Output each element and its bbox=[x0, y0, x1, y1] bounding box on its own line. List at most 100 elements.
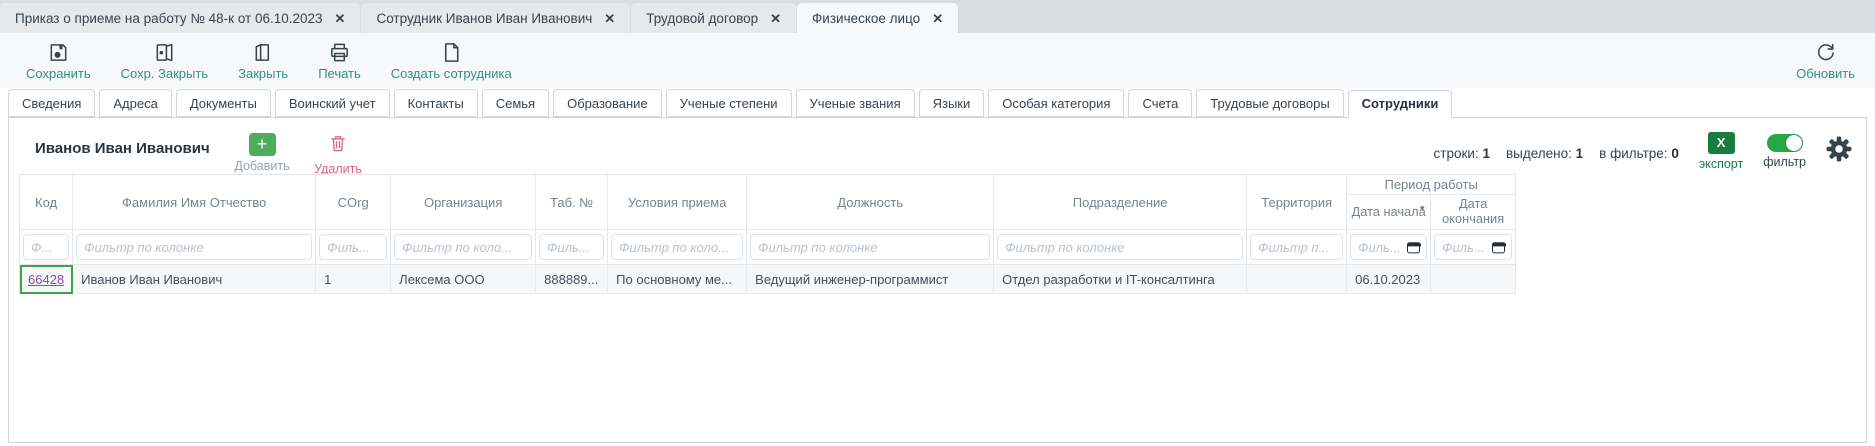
window-tab-trudovoy-dogovor[interactable]: Трудовой договор ✕ bbox=[631, 3, 796, 33]
code-link[interactable]: 66428 bbox=[28, 272, 64, 287]
add-row-button[interactable]: + Добавить bbox=[227, 133, 297, 173]
page-title: Иванов Иван Иванович bbox=[35, 140, 210, 157]
window-tab-label: Приказ о приеме на работу № 48-к от 06.1… bbox=[15, 11, 323, 26]
close-icon[interactable]: ✕ bbox=[932, 12, 943, 25]
grid-stats: строки: 1 выделено: 1 в фильтре: 0 bbox=[1434, 146, 1679, 161]
print-label: Печать bbox=[318, 66, 361, 81]
cell-territory[interactable] bbox=[1247, 265, 1347, 294]
cell-terms[interactable]: По основному ме... bbox=[608, 265, 747, 294]
toggle-knob[interactable] bbox=[1786, 135, 1802, 151]
sort-desc-icon[interactable]: ▼ bbox=[1418, 204, 1426, 213]
filter-input-corg[interactable] bbox=[319, 234, 387, 260]
save-close-button[interactable]: Сохр. Закрыть bbox=[121, 41, 209, 81]
export-excel-button[interactable]: X экспорт bbox=[1699, 132, 1743, 171]
excel-icon[interactable]: X bbox=[1708, 132, 1735, 154]
filter-input-position[interactable] bbox=[750, 234, 990, 260]
calendar-icon[interactable] bbox=[1492, 242, 1505, 253]
cell-tab-no[interactable]: 888889... bbox=[536, 265, 608, 294]
filter-label: фильтр bbox=[1763, 155, 1806, 169]
close-icon[interactable]: ✕ bbox=[335, 12, 346, 25]
window-tab-prikaz[interactable]: Приказ о приеме на работу № 48-к от 06.1… bbox=[0, 3, 360, 33]
save-button[interactable]: Сохранить bbox=[26, 41, 91, 81]
tab-uchenye-zvaniya[interactable]: Ученые звания bbox=[796, 89, 915, 117]
filter-input-terms[interactable] bbox=[611, 234, 743, 260]
calendar-icon[interactable] bbox=[1407, 242, 1420, 253]
window-tab-label: Трудовой договор bbox=[646, 11, 758, 26]
filter-input-code[interactable] bbox=[23, 234, 69, 260]
close-button[interactable]: Закрыть bbox=[238, 41, 288, 81]
create-employee-label: Создать сотрудника bbox=[391, 66, 512, 81]
filter-input-department[interactable] bbox=[997, 234, 1243, 260]
tab-scheta[interactable]: Счета bbox=[1128, 89, 1192, 117]
cell-department[interactable]: Отдел разработки и IT-консалтинга bbox=[994, 265, 1247, 294]
filter-input-territory[interactable] bbox=[1250, 234, 1343, 260]
toolbar: Сохранить Сохр. Закрыть Закрыть Печать С… bbox=[0, 33, 1875, 88]
filter-toggle[interactable]: фильтр bbox=[1763, 132, 1806, 169]
filter-input-tab-no[interactable] bbox=[539, 234, 604, 260]
close-icon[interactable]: ✕ bbox=[604, 12, 615, 25]
tab-uchenye-stepeni[interactable]: Ученые степени bbox=[666, 89, 792, 117]
close-icon[interactable]: ✕ bbox=[770, 12, 781, 25]
col-header-terms[interactable]: Условия приема bbox=[608, 175, 747, 230]
filter-row bbox=[20, 230, 1516, 265]
filter-input-name[interactable] bbox=[76, 234, 312, 260]
add-label: Добавить bbox=[227, 159, 297, 173]
tab-voinskiy-uchet[interactable]: Воинский учет bbox=[275, 89, 390, 117]
col-header-corg[interactable]: COrg bbox=[316, 175, 391, 230]
col-header-org[interactable]: Организация bbox=[391, 175, 536, 230]
rows-stat: строки: 1 bbox=[1434, 146, 1490, 161]
window-tab-sotrudnik[interactable]: Сотрудник Иванов Иван Иванович ✕ bbox=[361, 3, 630, 33]
section-tab-bar: Сведения Адреса Документы Воинский учет … bbox=[0, 88, 1875, 117]
tab-yazyki[interactable]: Языки bbox=[919, 89, 985, 117]
tab-svedeniya[interactable]: Сведения bbox=[8, 89, 95, 117]
cell-date-start[interactable]: 06.10.2023 bbox=[1347, 265, 1431, 294]
save-close-label: Сохр. Закрыть bbox=[121, 66, 209, 81]
col-header-name[interactable]: Фамилия Имя Отчество bbox=[73, 175, 316, 230]
col-header-department[interactable]: Подразделение bbox=[994, 175, 1247, 230]
refresh-button[interactable]: Обновить bbox=[1796, 41, 1855, 81]
save-icon bbox=[47, 41, 70, 64]
tab-semya[interactable]: Семья bbox=[482, 89, 549, 117]
tab-sotrudniki[interactable]: Сотрудники bbox=[1348, 90, 1453, 118]
settings-button[interactable] bbox=[1826, 136, 1852, 162]
window-tab-label: Сотрудник Иванов Иван Иванович bbox=[376, 11, 592, 26]
col-header-date-end[interactable]: Дата окончания bbox=[1431, 195, 1516, 230]
plus-icon[interactable]: + bbox=[249, 133, 276, 156]
trash-icon[interactable] bbox=[328, 133, 348, 154]
cell-name[interactable]: Иванов Иван Иванович bbox=[73, 265, 316, 294]
new-document-icon bbox=[440, 41, 463, 64]
tab-adresa[interactable]: Адреса bbox=[99, 89, 171, 117]
cell-date-end[interactable] bbox=[1431, 265, 1516, 294]
employees-table: Код Фамилия Имя Отчество COrg Организаци… bbox=[19, 174, 1516, 294]
col-group-work-period: Период работы bbox=[1347, 175, 1516, 195]
tab-trudovye-dogovory[interactable]: Трудовые договоры bbox=[1196, 89, 1343, 117]
delete-row-button[interactable]: Удалить bbox=[303, 133, 373, 176]
cell-org[interactable]: Лексема ООО bbox=[391, 265, 536, 294]
export-label: экспорт bbox=[1699, 157, 1743, 171]
cell-code[interactable]: 66428 bbox=[20, 265, 73, 294]
close-label: Закрыть bbox=[238, 66, 288, 81]
col-header-position[interactable]: Должность bbox=[747, 175, 994, 230]
tab-obrazovanie[interactable]: Образование bbox=[553, 89, 662, 117]
tab-dokumenty[interactable]: Документы bbox=[176, 89, 271, 117]
printer-icon bbox=[328, 41, 351, 64]
door-icon bbox=[252, 41, 275, 64]
col-header-tab-no[interactable]: Таб. № bbox=[536, 175, 608, 230]
employees-panel: Иванов Иван Иванович + Добавить Удалить … bbox=[8, 117, 1867, 443]
col-header-code[interactable]: Код bbox=[20, 175, 73, 230]
col-header-territory[interactable]: Территория bbox=[1247, 175, 1347, 230]
cell-corg[interactable]: 1 bbox=[316, 265, 391, 294]
print-button[interactable]: Печать bbox=[318, 41, 361, 81]
table-row[interactable]: 66428 Иванов Иван Иванович 1 Лексема ООО… bbox=[20, 265, 1516, 294]
tab-kontakty[interactable]: Контакты bbox=[394, 89, 478, 117]
tab-osobaya-kategoriya[interactable]: Особая категория bbox=[988, 89, 1124, 117]
create-employee-button[interactable]: Создать сотрудника bbox=[391, 41, 512, 81]
grid-controls: строки: 1 выделено: 1 в фильтре: 0 X экс… bbox=[1434, 128, 1852, 171]
gear-icon[interactable] bbox=[1826, 136, 1852, 162]
toggle-on-icon[interactable] bbox=[1767, 134, 1803, 152]
window-tab-fizicheskoe-litso[interactable]: Физическое лицо ✕ bbox=[797, 3, 958, 33]
cell-position[interactable]: Ведущий инженер-программист bbox=[747, 265, 994, 294]
col-header-date-start[interactable]: Дата начала ▼ bbox=[1347, 195, 1431, 230]
in-filter-stat: в фильтре: 0 bbox=[1599, 146, 1679, 161]
filter-input-org[interactable] bbox=[394, 234, 532, 260]
